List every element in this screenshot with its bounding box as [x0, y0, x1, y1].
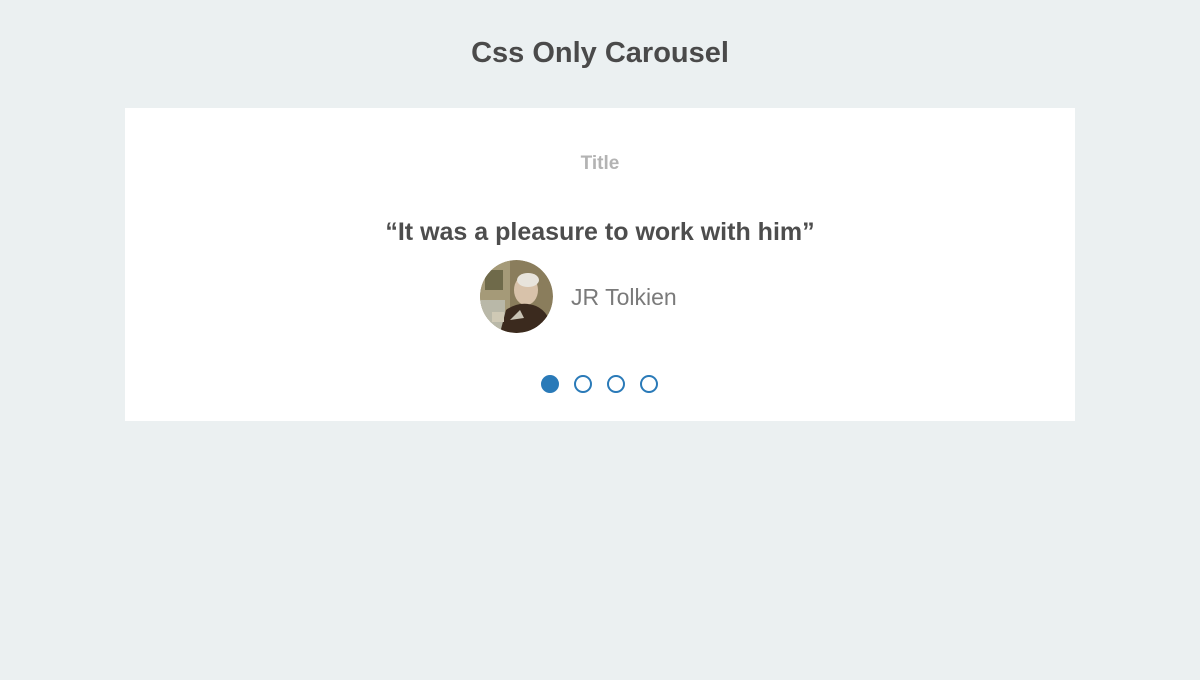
carousel-dot-4[interactable]	[640, 375, 658, 393]
author-avatar	[480, 260, 553, 333]
carousel-dots	[541, 375, 658, 393]
carousel-dot-2[interactable]	[574, 375, 592, 393]
author-name: JR Tolkien	[571, 283, 677, 310]
testimonial-quote: “It was a pleasure to work with him”	[385, 218, 815, 246]
author-block: JR Tolkien	[480, 260, 677, 333]
carousel-dot-3[interactable]	[607, 375, 625, 393]
slide-title: Title	[580, 153, 620, 174]
carousel-dot-1[interactable]	[541, 375, 559, 393]
page-title: Css Only Carousel	[471, 37, 729, 69]
